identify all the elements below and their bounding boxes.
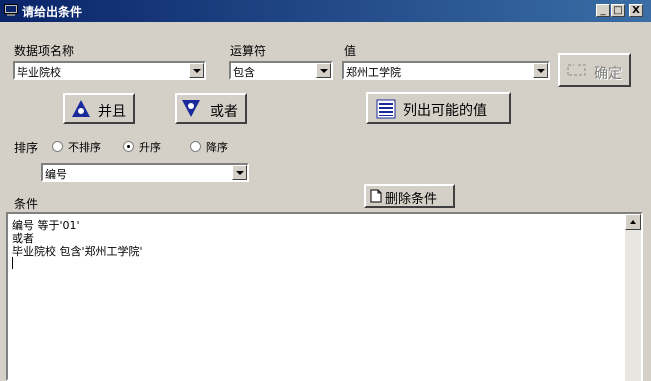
list-values-label: 列出可能的值: [403, 103, 487, 119]
sort-label: 排序: [14, 141, 39, 155]
chevron-down-icon[interactable]: [316, 63, 331, 78]
sort-desc-label: 降序: [206, 141, 228, 154]
sort-none-label: 不排序: [68, 141, 101, 154]
list-values-button[interactable]: 列出可能的值: [366, 92, 511, 124]
value-select[interactable]: 郑州工学院: [342, 61, 550, 80]
maximize-button[interactable]: □: [611, 4, 625, 17]
sort-asc-label: 升序: [139, 141, 161, 154]
or-button[interactable]: 或者: [175, 93, 247, 124]
condition-line: 毕业院校 包含'郑州工学院': [12, 245, 143, 258]
and-icon: [72, 100, 90, 117]
minimize-button[interactable]: _: [596, 4, 610, 17]
window-title: 请给出条件: [22, 5, 83, 19]
close-button[interactable]: X: [629, 4, 643, 17]
item-select-value: 毕业院校: [17, 66, 61, 79]
title-bar: 请给出条件 _ □ X: [0, 0, 651, 22]
value-label: 值: [344, 44, 357, 58]
vertical-scrollbar[interactable]: [625, 214, 641, 381]
or-icon: [182, 100, 200, 117]
sort-asc-radio[interactable]: [123, 141, 134, 152]
chevron-down-icon[interactable]: [232, 165, 247, 180]
sort-field-value: 编号: [45, 168, 67, 181]
and-button[interactable]: 并且: [63, 93, 135, 124]
operator-label: 运算符: [230, 44, 267, 58]
sort-desc-radio[interactable]: [190, 141, 201, 152]
operator-select[interactable]: 包含: [229, 61, 333, 80]
condition-dialog: 请给出条件 _ □ X 数据项名称 运算符 值 毕业院校 包含 郑州工学院 确定…: [0, 0, 651, 381]
confirm-icon: [567, 64, 586, 76]
delete-condition-button[interactable]: 删除条件: [364, 184, 455, 208]
list-icon: [376, 99, 396, 119]
conditions-label: 条件: [14, 197, 39, 211]
operator-select-value: 包含: [233, 66, 255, 79]
or-label: 或者: [210, 104, 238, 120]
conditions-textarea[interactable]: 编号 等于'01' 或者 毕业院校 包含'郑州工学院': [6, 212, 643, 381]
delete-condition-label: 删除条件: [385, 192, 438, 207]
text-cursor: [12, 257, 13, 269]
app-icon: [4, 4, 18, 16]
chevron-down-icon[interactable]: [533, 63, 548, 78]
confirm-label: 确定: [594, 66, 622, 82]
chevron-down-icon[interactable]: [189, 63, 204, 78]
value-select-value: 郑州工学院: [346, 66, 401, 79]
confirm-button[interactable]: 确定: [558, 53, 631, 87]
document-icon: [370, 189, 382, 203]
item-select[interactable]: 毕业院校: [13, 61, 206, 80]
sort-none-radio[interactable]: [52, 141, 63, 152]
and-label: 并且: [98, 104, 126, 120]
item-label: 数据项名称: [14, 44, 75, 58]
scroll-up-icon[interactable]: [625, 214, 641, 230]
sort-field-select[interactable]: 编号: [41, 163, 249, 182]
